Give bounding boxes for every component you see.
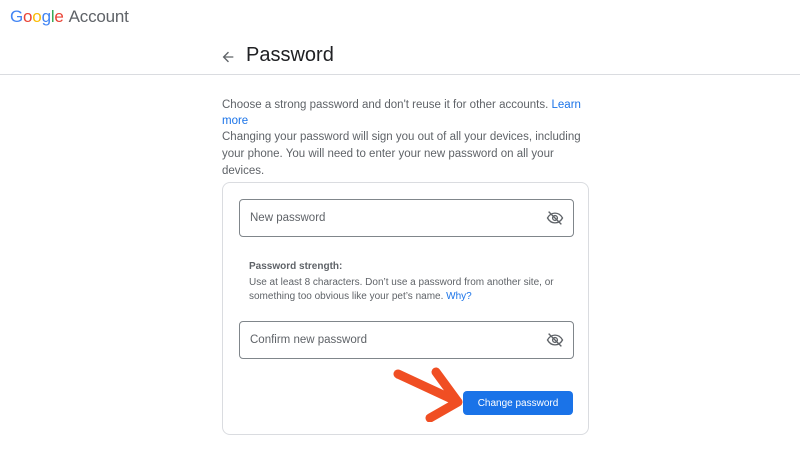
- logo-letter: o: [23, 7, 33, 26]
- page-title: Password: [246, 44, 334, 66]
- new-password-field[interactable]: [239, 199, 574, 237]
- toggle-visibility-button[interactable]: [543, 206, 567, 230]
- password-strength-label: Password strength:: [249, 261, 343, 272]
- password-strength-text: Use at least 8 characters. Don’t use a p…: [249, 277, 554, 302]
- arrow-left-icon: [222, 51, 234, 63]
- visibility-off-icon: [546, 211, 564, 225]
- visibility-off-icon: [546, 333, 564, 347]
- toggle-visibility-button[interactable]: [543, 328, 567, 352]
- password-strength-hint: Use at least 8 characters. Don’t use a p…: [249, 276, 559, 304]
- back-button[interactable]: [216, 45, 240, 69]
- why-link[interactable]: Why?: [446, 291, 472, 302]
- change-password-button[interactable]: Change password: [463, 391, 573, 415]
- logo-letter: G: [10, 7, 24, 26]
- sign-out-warning: Changing your password will sign you out…: [222, 131, 581, 177]
- google-account-logo[interactable]: Go o g l e Account: [10, 7, 129, 27]
- confirm-password-field[interactable]: [239, 321, 574, 359]
- intro-text-body: Choose a strong password and don't reuse…: [222, 99, 549, 111]
- red-arrow-icon: [393, 367, 463, 422]
- logo-letter: o: [32, 7, 42, 26]
- intro-text: Choose a strong password and don't reuse…: [222, 97, 592, 129]
- new-password-input[interactable]: [240, 200, 543, 236]
- logo-suffix: Account: [68, 7, 129, 26]
- top-bar: Go o g l e Account: [0, 0, 800, 75]
- logo-letter: g: [41, 7, 51, 26]
- confirm-password-input[interactable]: [240, 322, 543, 358]
- logo-letter: e: [54, 7, 64, 26]
